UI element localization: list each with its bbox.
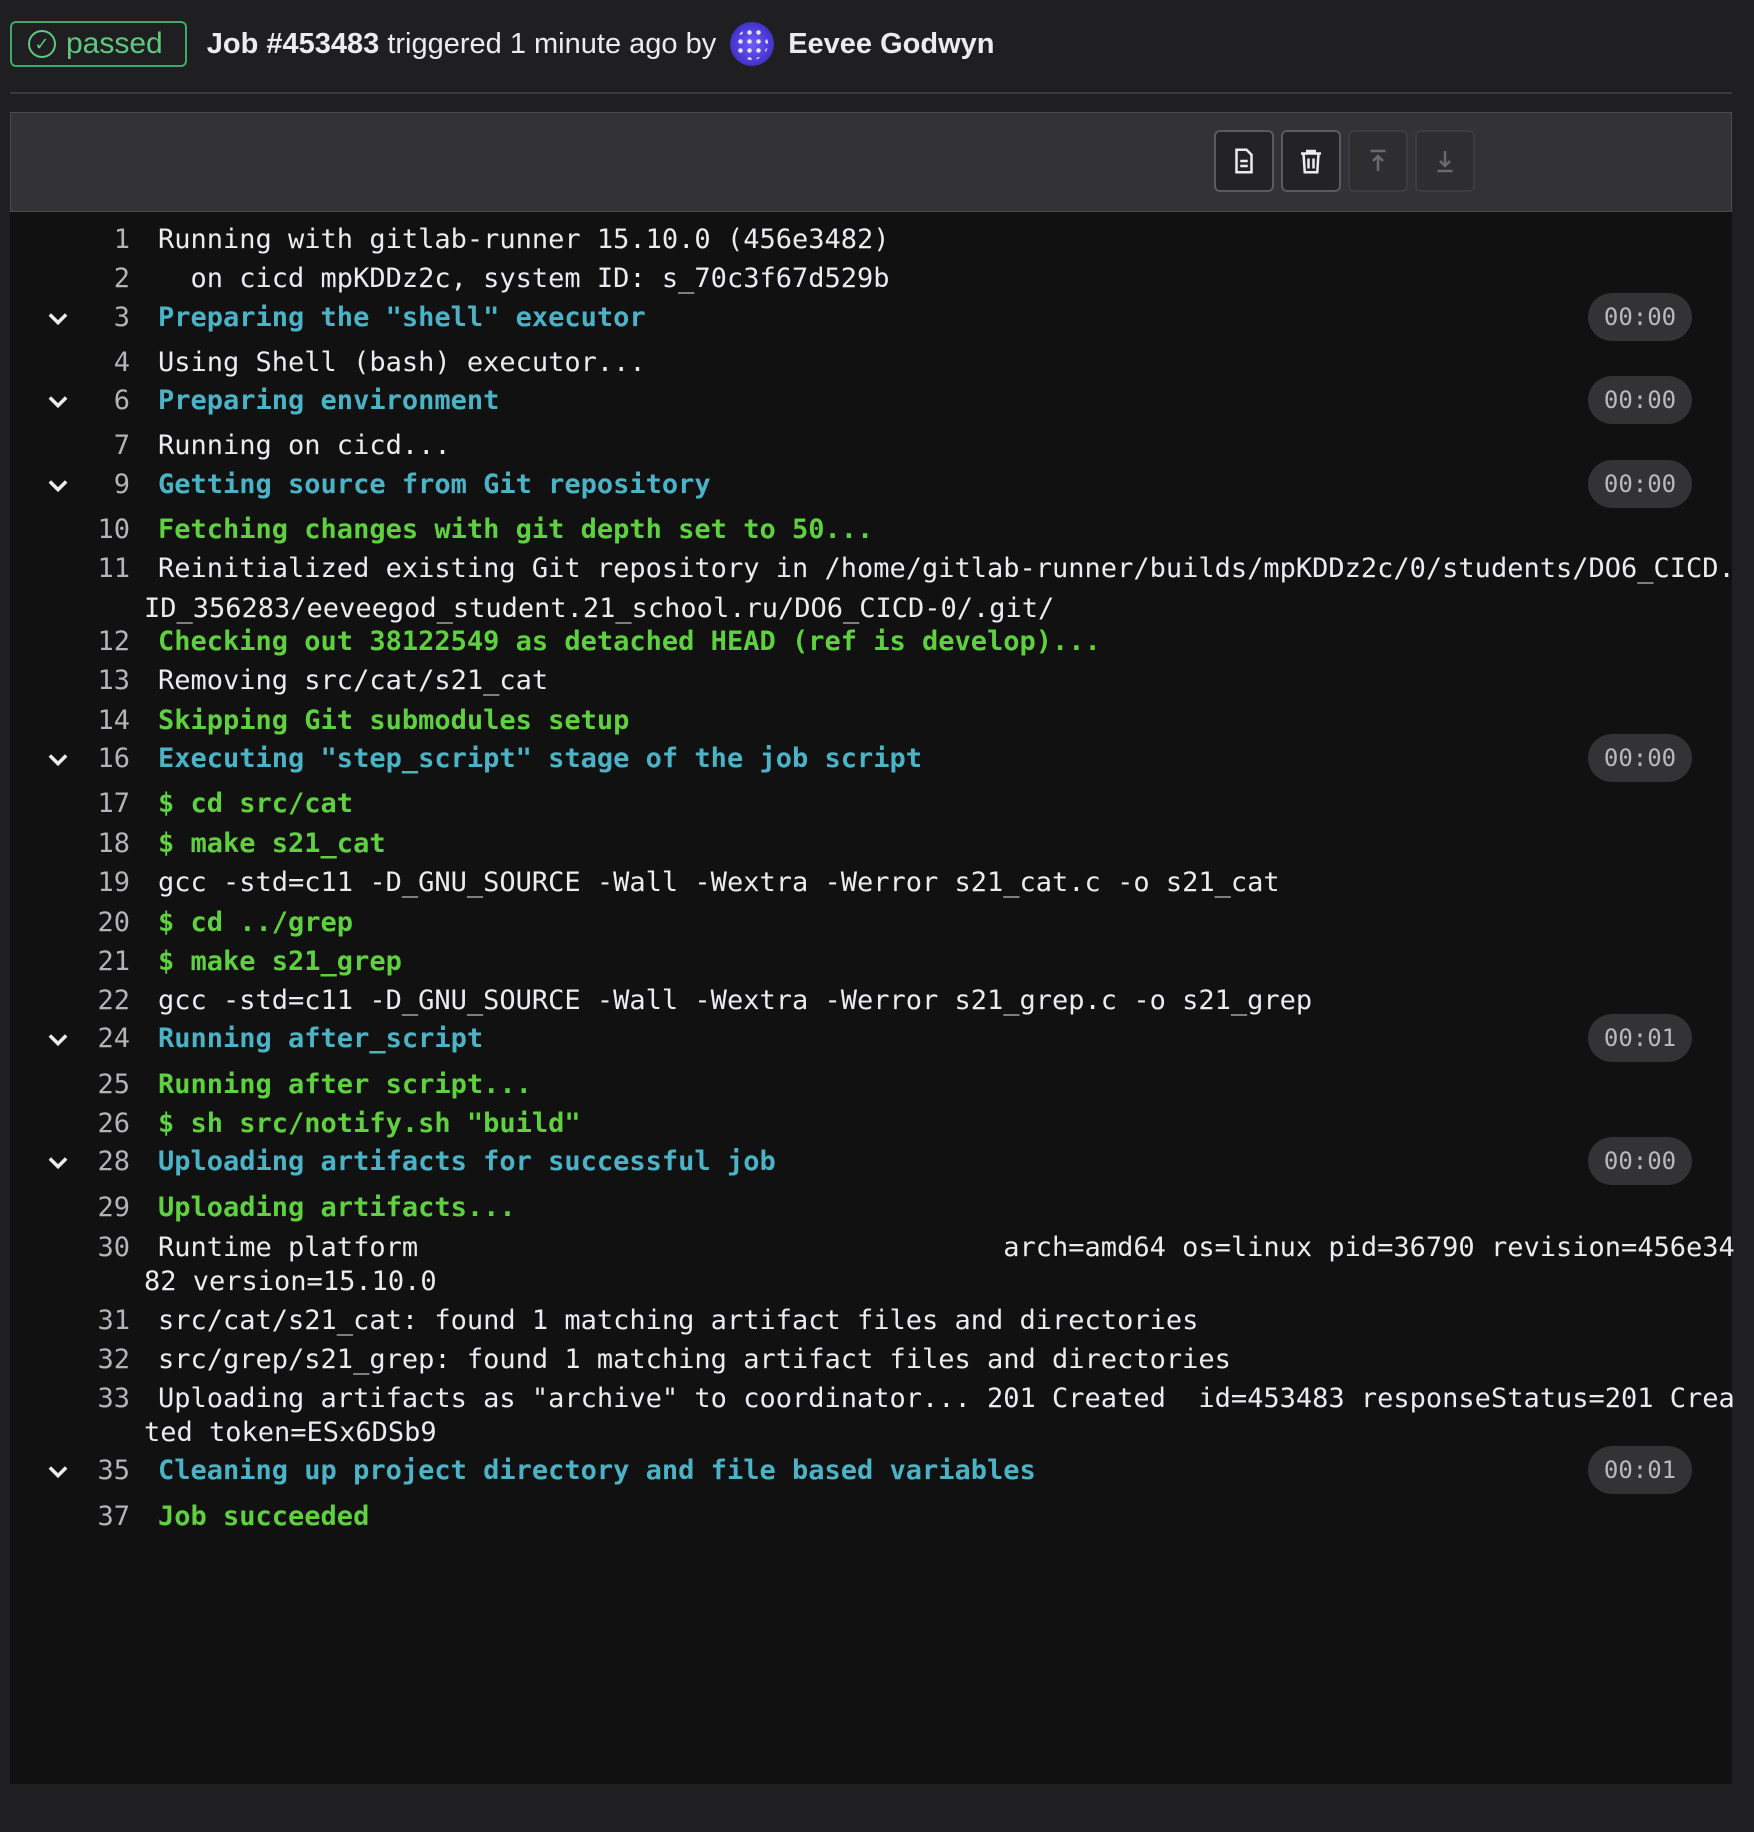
log-text: Running on cicd...: [158, 430, 451, 461]
line-number[interactable]: 20: [10, 907, 130, 938]
section-title: Cleaning up project directory and file b…: [158, 1455, 1036, 1486]
line-number[interactable]: 12: [10, 626, 130, 657]
file-text-icon: [1235, 148, 1253, 174]
section-title: Running after_script: [158, 1023, 484, 1054]
line-number[interactable]: 28: [10, 1146, 130, 1177]
log-text: on cicd mpKDDz2c, system ID: s_70c3f67d5…: [158, 263, 890, 294]
line-number[interactable]: 4: [10, 347, 130, 378]
log-text: Uploading artifacts...: [158, 1192, 516, 1223]
job-title: Job #453483: [206, 27, 380, 60]
avatar[interactable]: [730, 22, 775, 66]
line-number[interactable]: 19: [10, 867, 130, 898]
line-number[interactable]: 13: [10, 665, 130, 696]
log-text: Using Shell (bash) executor...: [158, 347, 646, 378]
section-duration-badge: 00:00: [1588, 376, 1692, 424]
line-number[interactable]: 10: [10, 514, 130, 545]
log-text: Running after script...: [158, 1069, 532, 1100]
line-number[interactable]: 21: [10, 946, 130, 977]
section-title: Uploading artifacts for successful job: [158, 1146, 776, 1177]
section-duration-badge: 00:00: [1588, 1137, 1692, 1185]
section-title: Preparing the "shell" executor: [158, 302, 646, 333]
line-number[interactable]: 3: [10, 302, 130, 333]
log-text: $ cd ../grep: [158, 907, 354, 938]
line-number[interactable]: 26: [10, 1108, 130, 1139]
line-number[interactable]: 16: [10, 743, 130, 774]
section-title: Getting source from Git repository: [158, 469, 711, 500]
line-number[interactable]: 32: [10, 1344, 130, 1375]
trash-icon: [1301, 149, 1321, 174]
line-number[interactable]: 35: [10, 1455, 130, 1486]
log-text: Uploading artifacts as "archive" to coor…: [158, 1383, 1735, 1414]
job-info: Job #453483 triggered 1 minute ago by Ee…: [207, 22, 995, 66]
log-text: Reinitialized existing Git repository in…: [158, 553, 1735, 584]
line-number[interactable]: 30: [10, 1232, 130, 1263]
log-text: ID_356283/eeveegod_student.21_school.ru/…: [144, 593, 1055, 624]
section-title: Executing "step_script" stage of the job…: [158, 743, 923, 774]
line-number[interactable]: 25: [10, 1069, 130, 1100]
status-label: passed: [66, 27, 163, 60]
log-toolbar: [10, 112, 1732, 212]
line-number[interactable]: 33: [10, 1383, 130, 1414]
line-number[interactable]: 29: [10, 1192, 130, 1223]
log-text: ted token=ESx6DSb9: [144, 1417, 437, 1448]
arrow-down-icon: [1437, 151, 1453, 173]
check-circle-icon: ✓: [28, 30, 56, 58]
line-number[interactable]: 6: [10, 385, 130, 416]
log-text: src/grep/s21_grep: found 1 matching arti…: [158, 1344, 1231, 1375]
log-text: $ make s21_grep: [158, 946, 402, 977]
line-number[interactable]: 9: [10, 469, 130, 500]
job-trigger-text: triggered 1 minute ago by: [387, 27, 717, 60]
log-text: Running with gitlab-runner 15.10.0 (456e…: [158, 224, 890, 255]
line-number[interactable]: 22: [10, 985, 130, 1016]
log-text: Skipping Git submodules setup: [158, 705, 630, 736]
log-text: Runtime platform arch=amd64 os=linux pid…: [158, 1232, 1735, 1263]
log-text: Fetching changes with git depth set to 5…: [158, 514, 874, 545]
log-text: $ cd src/cat: [158, 788, 354, 819]
job-header: ✓ passed Job #453483 triggered 1 minute …: [10, 0, 1732, 94]
log-text: $ sh src/notify.sh "build": [158, 1108, 581, 1139]
section-duration-badge: 00:01: [1588, 1014, 1692, 1062]
page-footer-space: [0, 1784, 1754, 1832]
section-title: Preparing environment: [158, 385, 500, 416]
line-number[interactable]: 31: [10, 1305, 130, 1336]
line-number[interactable]: 17: [10, 788, 130, 819]
status-badge[interactable]: ✓ passed: [10, 21, 187, 67]
line-number[interactable]: 24: [10, 1023, 130, 1054]
arrow-up-icon: [1370, 149, 1386, 171]
line-number[interactable]: 7: [10, 430, 130, 461]
log-text: Removing src/cat/s21_cat: [158, 665, 549, 696]
job-log: 1 Running with gitlab-runner 15.10.0 (45…: [10, 212, 1735, 1784]
line-number[interactable]: 18: [10, 828, 130, 859]
log-text: gcc -std=c11 -D_GNU_SOURCE -Wall -Wextra…: [158, 985, 1313, 1016]
log-text: 82 version=15.10.0: [144, 1266, 437, 1297]
section-duration-badge: 00:00: [1588, 460, 1692, 508]
line-number[interactable]: 1: [10, 224, 130, 255]
log-text: src/cat/s21_cat: found 1 matching artifa…: [158, 1305, 1199, 1336]
log-text: Job succeeded: [158, 1501, 370, 1532]
line-number[interactable]: 2: [10, 263, 130, 294]
line-number[interactable]: 37: [10, 1501, 130, 1532]
line-number[interactable]: 11: [10, 553, 130, 584]
section-duration-badge: 00:00: [1588, 734, 1692, 782]
log-text: $ make s21_cat: [158, 828, 386, 859]
scroll-to-top-button[interactable]: [1348, 130, 1408, 192]
scroll-to-bottom-button[interactable]: [1415, 130, 1475, 192]
section-duration-badge: 00:01: [1588, 1446, 1692, 1494]
erase-log-button[interactable]: [1281, 130, 1341, 192]
user-name-link[interactable]: Eevee Godwyn: [788, 28, 994, 61]
line-number[interactable]: 14: [10, 705, 130, 736]
log-text: Checking out 38122549 as detached HEAD (…: [158, 626, 1101, 657]
section-duration-badge: 00:00: [1588, 293, 1692, 341]
log-text: gcc -std=c11 -D_GNU_SOURCE -Wall -Wextra…: [158, 867, 1280, 898]
show-raw-button[interactable]: [1214, 130, 1274, 192]
